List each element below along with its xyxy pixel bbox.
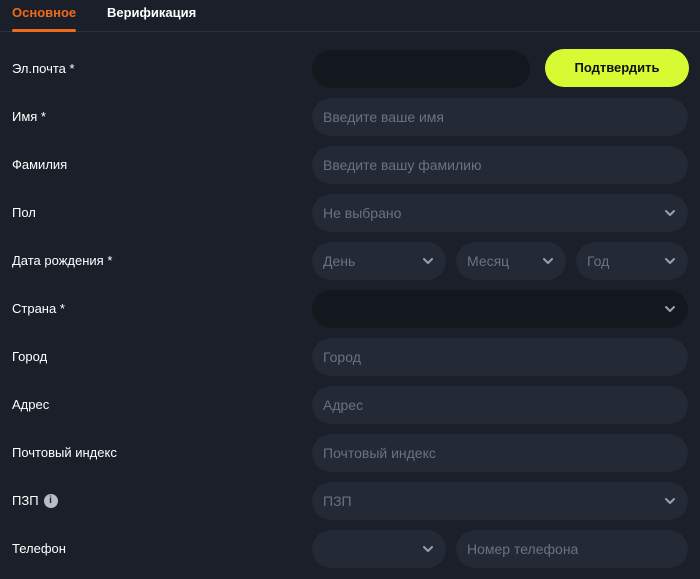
pzp-label: ПЗП [12, 493, 39, 508]
gender-label: Пол [12, 205, 36, 220]
pzp-select[interactable]: ПЗП [312, 482, 688, 520]
chevron-down-icon [542, 255, 554, 267]
birth-day-value: День [323, 253, 356, 269]
address-input[interactable]: Адрес [312, 386, 688, 424]
phone-code-select[interactable] [312, 530, 446, 568]
gender-select[interactable]: Не выбрано [312, 194, 688, 232]
chevron-down-icon [422, 255, 434, 267]
city-input[interactable]: Город [312, 338, 688, 376]
info-icon[interactable]: i [43, 493, 58, 508]
profile-tabs: Основное Верификация [0, 0, 700, 32]
pzp-label-wrap: ПЗП i [12, 482, 58, 520]
phone-number-input[interactable]: Номер телефона [456, 530, 688, 568]
email-row: Эл.почта * Подтвердить [0, 49, 700, 88]
gender-row: Пол Не выбрано [0, 194, 700, 232]
last-name-row: Фамилия Введите вашу фамилию [0, 146, 700, 184]
birth-day-select[interactable]: День [312, 242, 446, 280]
address-row: Адрес Адрес [0, 386, 700, 424]
city-label: Город [12, 349, 48, 364]
country-label: Страна * [12, 301, 65, 316]
country-row: Страна * [0, 290, 700, 328]
first-name-input[interactable]: Введите ваше имя [312, 98, 688, 136]
phone-row: Телефон Номер телефона [0, 530, 700, 568]
chevron-down-icon [422, 543, 434, 555]
birth-year-value: Год [587, 253, 610, 269]
chevron-down-icon [664, 495, 676, 507]
birth-date-row: Дата рождения * День Месяц Год [0, 242, 700, 280]
postal-code-input[interactable]: Почтовый индекс [312, 434, 688, 472]
postal-code-label: Почтовый индекс [12, 445, 117, 460]
birth-month-select[interactable]: Месяц [456, 242, 566, 280]
phone-label: Телефон [12, 541, 66, 556]
birth-year-select[interactable]: Год [576, 242, 688, 280]
city-row: Город Город [0, 338, 700, 376]
birth-month-value: Месяц [467, 253, 510, 269]
tab-verification[interactable]: Верификация [107, 4, 196, 31]
first-name-label: Имя * [12, 109, 46, 124]
gender-select-value: Не выбрано [323, 205, 402, 221]
birth-date-label: Дата рождения * [12, 253, 113, 268]
postal-code-row: Почтовый индекс Почтовый индекс [0, 434, 700, 472]
email-label: Эл.почта * [12, 61, 75, 76]
confirm-button[interactable]: Подтвердить [545, 49, 689, 87]
email-field[interactable] [312, 50, 530, 88]
tab-main[interactable]: Основное [12, 4, 77, 32]
country-select[interactable] [312, 290, 688, 328]
first-name-row: Имя * Введите ваше имя [0, 98, 700, 136]
chevron-down-icon [664, 207, 676, 219]
chevron-down-icon [664, 255, 676, 267]
address-label: Адрес [12, 397, 50, 412]
last-name-input[interactable]: Введите вашу фамилию [312, 146, 688, 184]
last-name-label: Фамилия [12, 157, 68, 172]
chevron-down-icon [664, 303, 676, 315]
pzp-row: ПЗП i ПЗП [0, 482, 700, 520]
pzp-select-value: ПЗП [323, 493, 352, 509]
